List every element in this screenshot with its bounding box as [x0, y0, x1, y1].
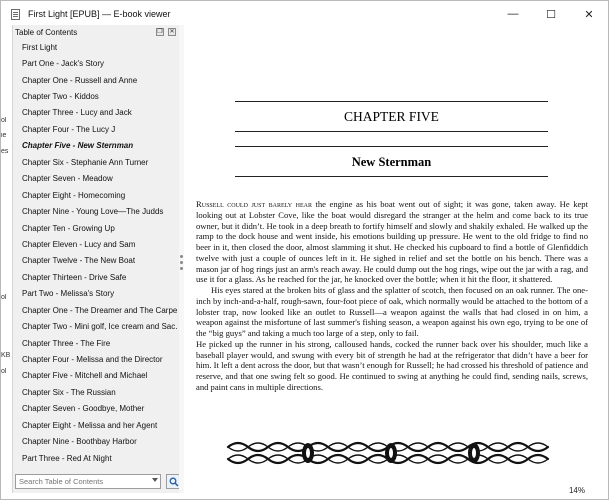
maximize-button[interactable]: ☐ [532, 1, 570, 27]
rope-ornament [226, 441, 550, 465]
toc-item[interactable]: First Light [13, 39, 178, 55]
paragraph-text: the engine as his boat went out of sight… [196, 199, 588, 285]
toc-header: Table of Contents ❐ ✕ [13, 25, 180, 39]
toc-item[interactable]: Part Three - Red At Night [13, 450, 178, 466]
chapter-rule [235, 131, 548, 132]
title-bar[interactable]: First Light [EPUB] — E-book viewer — ☐ ✕ [1, 1, 608, 27]
search-icon [169, 477, 179, 487]
background-text-fragment: es [1, 148, 9, 155]
toc-item[interactable]: Chapter Seven - Goodbye, Mother [13, 401, 178, 417]
toc-item[interactable]: Chapter One - The Dreamer and The Carpe.… [13, 302, 178, 318]
background-text-fragment: ie [1, 132, 7, 139]
grip-dot [180, 255, 183, 258]
reader-page[interactable]: CHAPTER FIVE New Sternman Russell could … [186, 25, 608, 499]
background-text-fragment: ol [1, 294, 7, 301]
chapter-title: New Sternman [351, 155, 432, 169]
background-text-fragment: ol [1, 368, 7, 375]
toc-list: First Light Part One - Jack's Story Chapte… [13, 39, 178, 469]
close-panel-icon[interactable]: ✕ [168, 28, 176, 36]
paragraph: He picked up the runner in his strong, c… [196, 338, 588, 392]
toc-item[interactable]: Chapter Thirteen - Drive Safe [13, 269, 178, 285]
dropdown-arrow-icon[interactable] [152, 478, 158, 482]
window-title: First Light [EPUB] — E-book viewer [28, 9, 171, 19]
toc-item[interactable]: Chapter Seven - Meadow [13, 171, 178, 187]
chapter-rule [235, 176, 548, 177]
toc-item[interactable]: Chapter One - Russell and Anne [13, 72, 178, 88]
toc-item[interactable]: Chapter Five - Mitchell and Michael [13, 368, 178, 384]
ebook-viewer-app-icon [9, 8, 22, 21]
toc-item[interactable]: Chapter Four - Melissa and the Director [13, 351, 178, 367]
grip-dot [180, 267, 183, 270]
close-window-button[interactable]: ✕ [570, 1, 608, 27]
toc-item[interactable]: Chapter Six - The Russian [13, 384, 178, 400]
panel-splitter-handle[interactable] [179, 25, 184, 493]
toc-item[interactable]: Chapter Two - Mini golf, Ice cream and S… [13, 318, 178, 334]
toc-item[interactable]: Chapter Three - The Fire [13, 335, 178, 351]
float-panel-icon[interactable]: ❐ [156, 28, 164, 36]
toc-item[interactable]: Chapter Eleven - Lucy and Sam [13, 236, 178, 252]
chapter-rule [235, 146, 548, 147]
grip-dot [180, 261, 183, 264]
ebook-viewer-window: First Light [EPUB] — E-book viewer — ☐ ✕… [0, 0, 609, 500]
toc-header-label: Table of Contents [15, 27, 78, 37]
reading-progress: 14% [568, 486, 585, 495]
toc-item[interactable]: Chapter Three - Lucy and Jack [13, 105, 178, 121]
toc-item[interactable]: Chapter Eight - Homecoming [13, 187, 178, 203]
toc-search-box[interactable] [15, 474, 161, 489]
toc-item[interactable]: Chapter Eight - Melissa and her Agent [13, 417, 178, 433]
toc-item[interactable]: Part Two - Melissa's Story [13, 286, 178, 302]
toc-item[interactable]: Chapter Ten - Growing Up [13, 220, 178, 236]
table-of-contents-panel: Table of Contents ❐ ✕ First Light Part On… [12, 25, 181, 493]
toc-item[interactable]: Chapter Four - The Lucy J [13, 121, 178, 137]
lead-in-text: Russell could just barely hear [196, 199, 312, 209]
toc-item[interactable]: Chapter Two - Kiddos [13, 88, 178, 104]
background-text-fragment: KB [1, 352, 11, 359]
toc-item[interactable]: Chapter Nine - Boothbay Harbor [13, 434, 178, 450]
chapter-rule [235, 101, 548, 102]
toc-item[interactable]: Chapter Twelve - The New Boat [13, 253, 178, 269]
paragraph: His eyes stared at the broken bits of gl… [196, 285, 588, 338]
minimize-button[interactable]: — [494, 1, 532, 27]
chapter-text: Russell could just barely hear the engin… [196, 199, 588, 393]
toc-item[interactable]: Chapter Six - Stephanie Ann Turner [13, 154, 178, 170]
toc-search-input[interactable] [19, 475, 149, 488]
window-controls: — ☐ ✕ [494, 1, 608, 27]
paragraph: Russell could just barely hear the engin… [196, 199, 588, 285]
chapter-number: CHAPTER FIVE [344, 109, 439, 124]
background-text-fragment: ol [1, 117, 7, 124]
toc-item[interactable]: Part One - Jack's Story [13, 55, 178, 71]
toc-item[interactable]: Chapter Five - New Sternman [13, 138, 178, 154]
toc-item[interactable]: Chapter Nine - Young Love—The Judds [13, 203, 178, 219]
